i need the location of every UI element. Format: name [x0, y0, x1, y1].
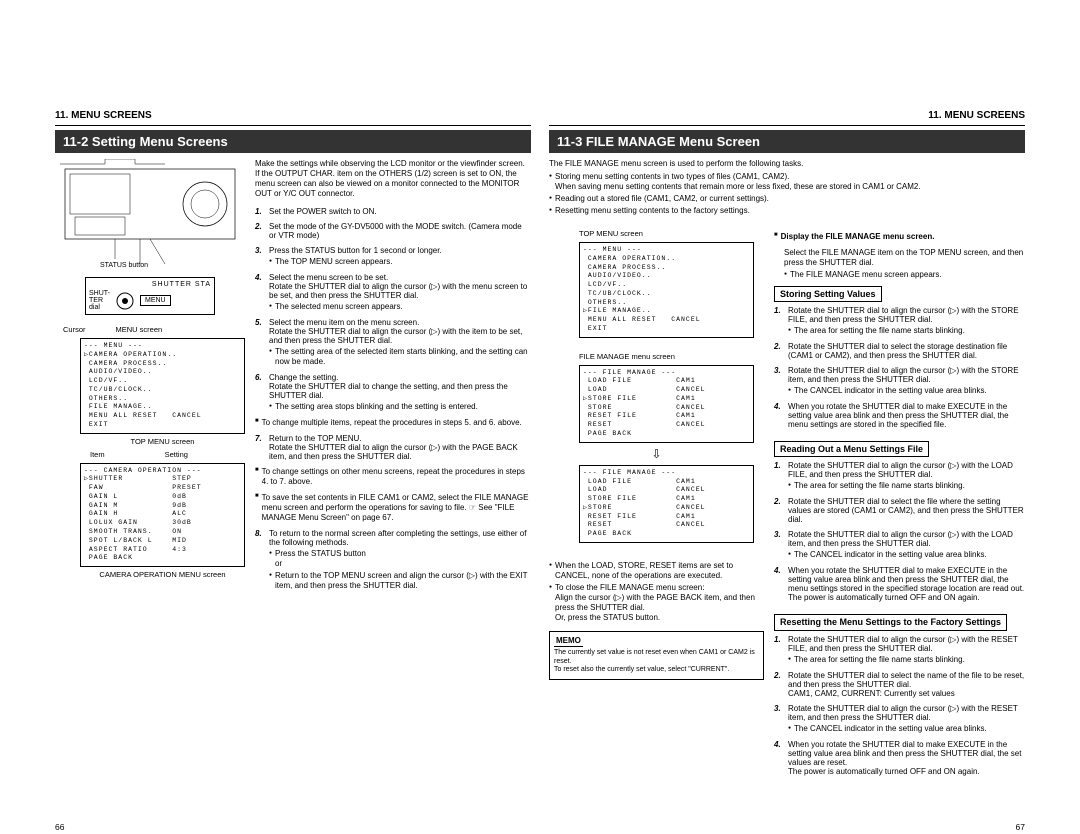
subhead-reading: Reading Out a Menu Settings File	[774, 441, 929, 457]
right-page-left-col: TOP MENU screen --- MENU --- CAMERA OPER…	[549, 226, 764, 782]
camera-operation-menu-box: --- CAMERA OPERATION --- ▷SHUTTER STEP F…	[80, 463, 245, 567]
intro-text: Make the settings while observing the LC…	[255, 159, 531, 199]
file-manage-box-2: --- FILE MANAGE --- LOAD FILE CAM1 LOAD …	[579, 465, 754, 543]
left-page-text-column: Make the settings while observing the LC…	[255, 159, 531, 597]
memo-title: MEMO	[554, 636, 583, 647]
top-menu-box-r: --- MENU --- CAMERA OPERATION.. CAMERA P…	[579, 242, 754, 338]
label-menu: MENU	[140, 295, 171, 306]
label-menu-screen: MENU screen	[116, 325, 163, 334]
section-header: 11. MENU SCREENS	[549, 110, 1025, 126]
label-shutter-sta: SHUTTER STA	[89, 281, 211, 288]
label-cursor: Cursor	[63, 325, 86, 334]
down-arrow-icon: ⇩	[549, 447, 764, 461]
page-number: 67	[1016, 822, 1025, 832]
file-manage-box-1: --- FILE MANAGE --- LOAD FILE CAM1 LOAD …	[579, 365, 754, 443]
caption-file-manage: FILE MANAGE menu screen	[579, 352, 764, 361]
right-page-right-col: Display the FILE MANAGE menu screen. Sel…	[774, 226, 1025, 782]
dial-icon	[116, 292, 134, 310]
camera-illustration	[55, 159, 245, 274]
label-item: Item	[90, 450, 105, 459]
label-shutter-dial: SHUT- TER dial	[89, 290, 110, 311]
left-illustration-column: STATUS button SHUTTER STA SHUT- TER dial…	[55, 159, 245, 597]
label-setting: Setting	[165, 450, 188, 459]
title-11-3: 11-3 FILE MANAGE Menu Screen	[549, 130, 1025, 153]
caption-cam-op: CAMERA OPERATION MENU screen	[80, 570, 245, 579]
top-menu-box: --- MENU --- ▷CAMERA OPERATION.. CAMERA …	[80, 338, 245, 434]
page-66: 11. MENU SCREENS 11-2 Setting Menu Scree…	[55, 110, 531, 814]
intro-text: The FILE MANAGE menu screen is used to p…	[549, 159, 1025, 169]
memo-body: The currently set value is not reset eve…	[554, 649, 759, 675]
subhead-storing: Storing Setting Values	[774, 286, 882, 302]
caption-top-menu: TOP MENU screen	[80, 437, 245, 446]
steps-list: 1.Set the POWER switch to ON. 2.Set the …	[255, 207, 531, 412]
page-67: 11. MENU SCREENS 11-3 FILE MANAGE Menu S…	[549, 110, 1025, 814]
section-header: 11. MENU SCREENS	[55, 110, 531, 126]
caption-top-menu: TOP MENU screen	[579, 229, 764, 238]
title-11-2: 11-2 Setting Menu Screens	[55, 130, 531, 153]
subhead-reset: Resetting the Menu Settings to the Facto…	[774, 614, 1007, 631]
memo-box: MEMO The currently set value is not rese…	[549, 631, 764, 680]
page-number: 66	[55, 822, 64, 832]
